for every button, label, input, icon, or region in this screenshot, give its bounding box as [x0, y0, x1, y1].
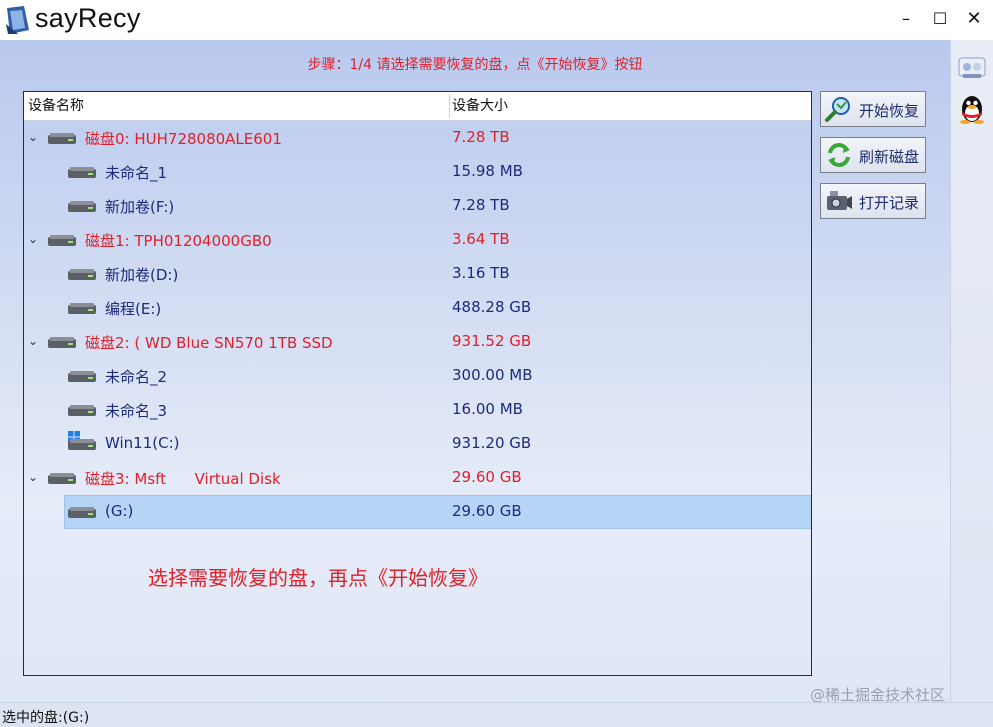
hard-drive-icon — [68, 405, 96, 416]
collapse-chevron-icon[interactable]: ⌄ — [26, 334, 40, 348]
row-name: 未命名_1 — [105, 164, 168, 182]
column-divider[interactable] — [449, 94, 450, 118]
tree-row-partition[interactable]: 编程(E:) 488.28 GB — [24, 291, 811, 325]
app-logo-icon — [6, 6, 29, 34]
camera-log-icon — [827, 191, 852, 210]
minimize-button[interactable]: – — [891, 8, 921, 30]
tree-row-disk2[interactable]: ⌄ 磁盘2: ( WD Blue SN570 1TB SSD 931.52 GB — [24, 325, 811, 359]
tree-row-disk3[interactable]: ⌄ 磁盘3: Msft Virtual Disk 29.60 GB — [24, 461, 811, 495]
side-strip — [950, 40, 993, 702]
tree-row-partition-selected[interactable]: (G:) 29.60 GB — [24, 495, 811, 529]
collapse-chevron-icon[interactable]: ⌄ — [26, 232, 40, 246]
hard-drive-icon — [68, 167, 96, 178]
row-name: 磁盘1: TPH01204000GB0 — [85, 232, 272, 250]
step-instruction: 步骤：1/4 请选择需要恢复的盘，点《开始恢复》按钮 — [307, 57, 643, 73]
tree-row-partition[interactable]: 未命名_2 300.00 MB — [24, 359, 811, 393]
row-size: 15.98 MB — [452, 162, 523, 180]
row-size: 300.00 MB — [452, 366, 533, 384]
row-name: 未命名_3 — [105, 402, 168, 420]
row-size: 931.52 GB — [452, 332, 532, 350]
window-title: sayRecy — [35, 3, 141, 33]
column-header-name[interactable]: 设备名称 — [28, 92, 84, 120]
hard-drive-icon — [68, 303, 96, 314]
row-name: 未命名_2 — [105, 368, 168, 386]
row-size: 29.60 GB — [452, 502, 522, 520]
hard-drive-icon — [48, 337, 76, 348]
network-icon[interactable] — [955, 50, 989, 84]
tree-row-disk0[interactable]: ⌄ 磁盘0: HUH728080ALE601 7.28 TB — [24, 121, 811, 155]
button-label: 刷新磁盘 — [859, 148, 920, 166]
row-size: 488.28 GB — [452, 298, 532, 316]
row-size: 3.16 TB — [452, 264, 510, 282]
row-name: 磁盘0: HUH728080ALE601 — [85, 130, 282, 148]
collapse-chevron-icon[interactable]: ⌄ — [26, 130, 40, 144]
hard-drive-icon — [48, 133, 76, 144]
row-size: 7.28 TB — [452, 128, 510, 146]
button-label: 开始恢复 — [859, 102, 920, 120]
row-name: 编程(E:) — [105, 300, 162, 318]
tree-row-partition[interactable]: 新加卷(F:) 7.28 TB — [24, 189, 811, 223]
tree-row-partition[interactable]: 新加卷(D:) 3.16 TB — [24, 257, 811, 291]
annotation-hint: 选择需要恢复的盘，再点《开始恢复》 — [148, 566, 488, 590]
row-name: 磁盘2: ( WD Blue SN570 1TB SSD — [85, 334, 333, 352]
tree-row-partition[interactable]: Win11(C:) 931.20 GB — [24, 427, 811, 461]
button-label: 打开记录 — [859, 194, 920, 212]
row-size: 29.60 GB — [452, 468, 522, 486]
maximize-button[interactable]: ☐ — [925, 8, 955, 30]
hard-drive-icon — [68, 269, 96, 280]
start-recovery-button[interactable]: 开始恢复 — [820, 91, 926, 127]
magnifier-icon — [825, 97, 850, 122]
open-log-button[interactable]: 打开记录 — [820, 183, 926, 219]
hard-drive-icon — [68, 371, 96, 382]
row-name: 新加卷(F:) — [105, 198, 175, 216]
tree-row-disk1[interactable]: ⌄ 磁盘1: TPH01204000GB0 3.64 TB — [24, 223, 811, 257]
title-bar: sayRecy – ☐ ✕ — [0, 0, 993, 40]
selection-highlight — [64, 495, 811, 529]
tree-row-partition[interactable]: 未命名_3 16.00 MB — [24, 393, 811, 427]
hard-drive-icon — [68, 201, 96, 212]
row-size: 7.28 TB — [452, 196, 510, 214]
row-size: 931.20 GB — [452, 434, 532, 452]
hard-drive-icon — [48, 473, 76, 484]
hard-drive-icon — [48, 235, 76, 246]
row-size: 3.64 TB — [452, 230, 510, 248]
refresh-disks-button[interactable]: 刷新磁盘 — [820, 137, 926, 173]
status-bar: 选中的盘:(G:) — [0, 702, 993, 727]
row-name: (G:) — [105, 502, 134, 520]
tree-row-partition[interactable]: 未命名_1 15.98 MB — [24, 155, 811, 189]
refresh-icon — [828, 143, 850, 167]
column-header-size[interactable]: 设备大小 — [452, 92, 508, 120]
row-size: 16.00 MB — [452, 400, 523, 418]
hard-drive-icon — [68, 439, 96, 450]
close-button[interactable]: ✕ — [959, 8, 989, 30]
selected-disk-status: 选中的盘:(G:) — [2, 710, 90, 726]
tree-header: 设备名称 设备大小 — [24, 92, 811, 121]
hard-drive-icon — [68, 507, 96, 518]
collapse-chevron-icon[interactable]: ⌄ — [26, 470, 40, 484]
qq-penguin-icon[interactable] — [955, 92, 989, 126]
row-name: 新加卷(D:) — [105, 266, 179, 284]
row-name: Win11(C:) — [105, 434, 180, 452]
row-name: 磁盘3: Msft Virtual Disk — [85, 470, 281, 488]
